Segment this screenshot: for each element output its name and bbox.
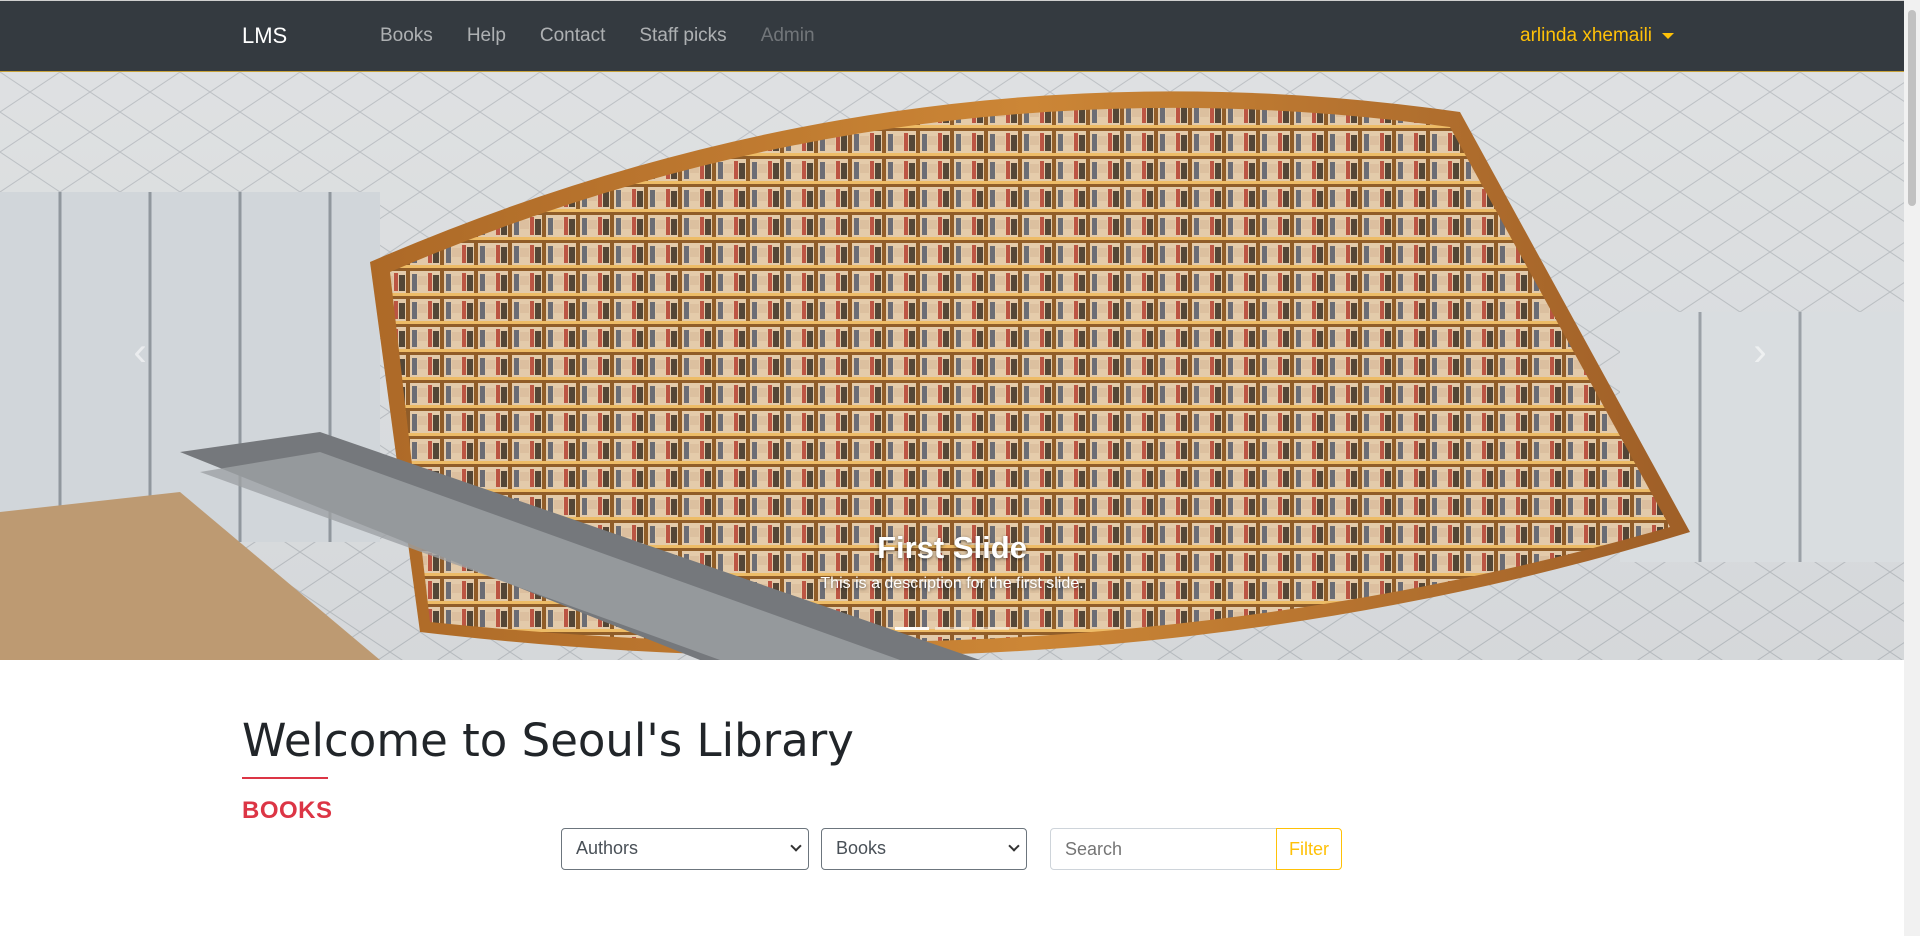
books-select[interactable]: Books [821,828,1027,870]
page-scrollbar[interactable] [1904,0,1920,936]
chevron-down-icon [1008,840,1020,852]
top-navbar: LMS Books Help Contact Staff picks Admin… [0,0,1904,72]
page-title: Welcome to Seoul's Library [242,714,854,767]
caret-down-icon [1662,33,1675,39]
chevron-left-icon[interactable]: ‹ [110,322,170,382]
authors-select-value: Authors [576,838,639,858]
filter-button[interactable]: Filter [1276,828,1342,870]
scrollbar-thumb[interactable] [1908,10,1916,206]
slide-description: This is a description for the first slid… [820,575,1084,592]
carousel-indicator[interactable] [975,627,1009,630]
slide-title: First Slide [877,530,1027,565]
user-name: arlinda xhemaili [1520,25,1653,46]
hero-carousel: ‹ › First Slide This is a description fo… [0,72,1904,660]
chevron-right-icon[interactable]: › [1730,322,1790,382]
nav-link-admin[interactable]: Admin [761,25,815,47]
title-underline [242,777,328,779]
brand-logo[interactable]: LMS [242,23,287,49]
search-input[interactable] [1050,828,1277,870]
user-dropdown[interactable]: arlinda xhemaili [1520,25,1675,47]
carousel-indicators [895,627,1009,630]
nav-link-help[interactable]: Help [467,25,506,47]
nav-link-contact[interactable]: Contact [540,25,605,47]
authors-select[interactable]: Authors [561,828,809,870]
nav-link-books[interactable]: Books [380,25,433,47]
carousel-indicator[interactable] [895,627,929,630]
nav-links: Books Help Contact Staff picks Admin [380,25,849,47]
chevron-down-icon [790,840,802,852]
nav-link-staff-picks[interactable]: Staff picks [639,25,726,47]
carousel-indicator[interactable] [935,627,969,630]
books-select-value: Books [836,838,887,858]
books-section-heading: BOOKS [242,797,333,824]
library-bookshelf-image [0,72,1904,660]
